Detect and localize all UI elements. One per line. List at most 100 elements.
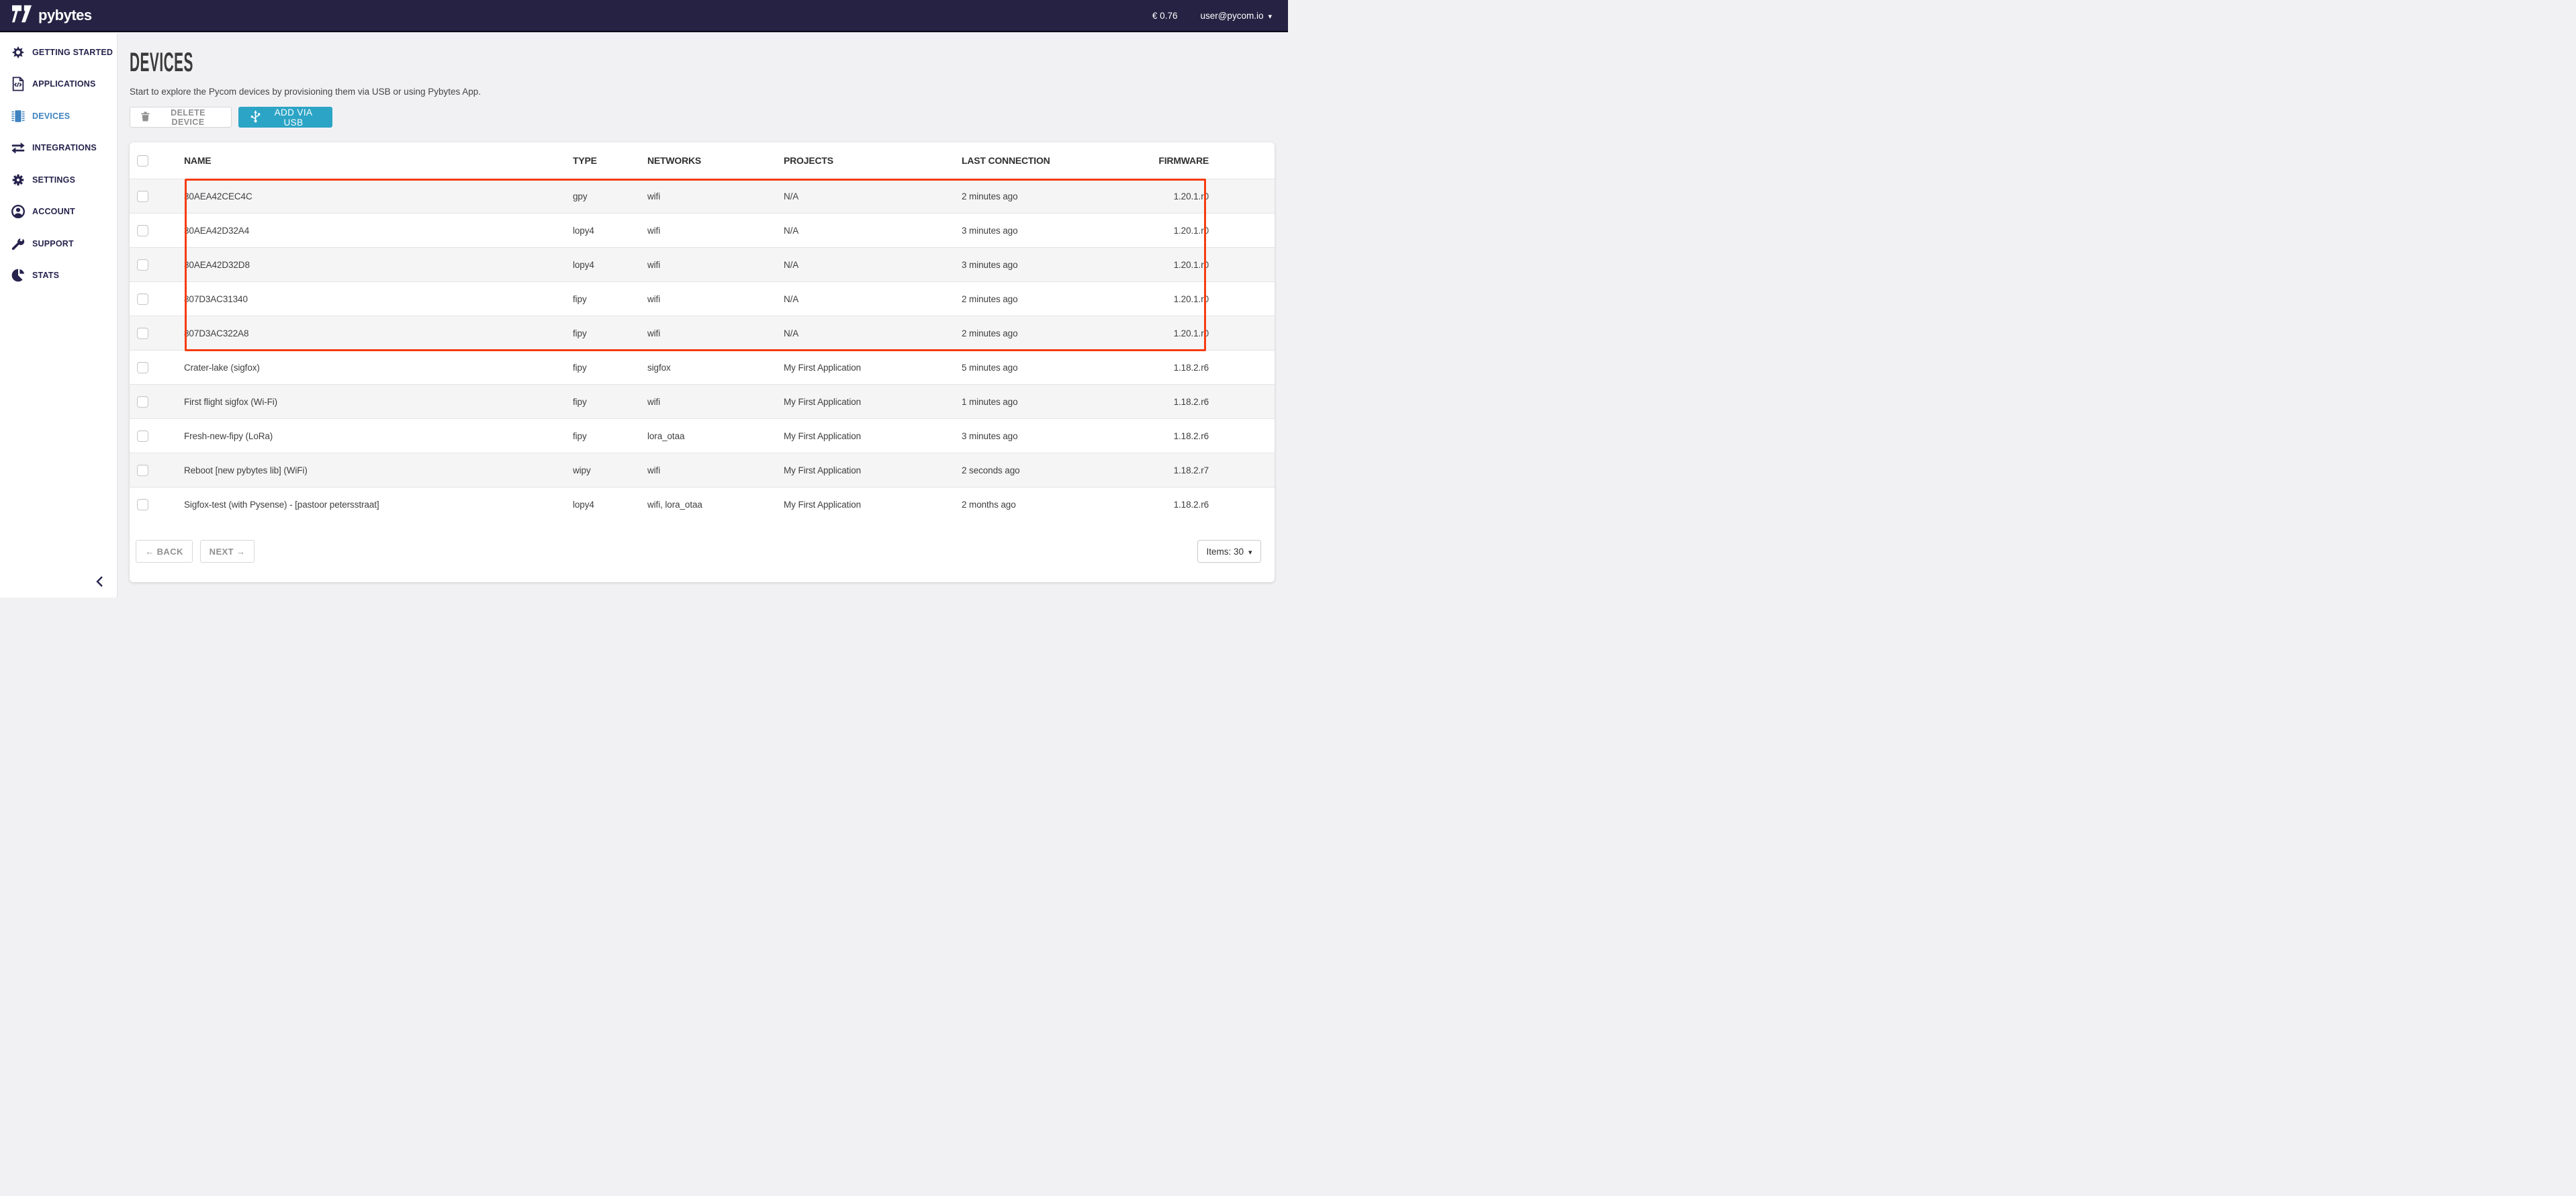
chip-icon	[11, 109, 26, 124]
gear-icon	[11, 173, 26, 187]
row-checkbox[interactable]	[137, 328, 148, 339]
main-content: DEVICES Start to explore the Pycom devic…	[118, 34, 1288, 598]
sidebar-item-label: SETTINGS	[32, 175, 75, 185]
device-networks-cell: wifi	[647, 397, 784, 407]
device-table-row[interactable]: 807D3AC322A8 fipy wifi N/A 2 minutes ago…	[130, 316, 1275, 350]
column-header-networks[interactable]: NETWORKS	[647, 155, 784, 166]
device-firmware-cell: 1.18.2.r7	[1130, 465, 1275, 475]
device-firmware-cell: 1.20.1.r0	[1130, 260, 1275, 270]
items-per-page-dropdown[interactable]: Items: 30 ▾	[1197, 540, 1261, 563]
row-checkbox[interactable]	[137, 396, 148, 408]
user-email: user@pycom.io	[1200, 11, 1263, 21]
sidebar-item-applications[interactable]: APPLICATIONS	[0, 68, 117, 101]
next-button[interactable]: NEXT →	[200, 540, 255, 563]
device-name-cell: 30AEA42CEC4C	[184, 191, 573, 201]
sidebar-item-support[interactable]: SUPPORT	[0, 228, 117, 260]
device-table-row[interactable]: 30AEA42CEC4C gpy wifi N/A 2 minutes ago …	[130, 179, 1275, 213]
arrows-swap-icon	[11, 140, 26, 155]
device-last-connection-cell: 2 minutes ago	[962, 191, 1130, 201]
delete-device-button[interactable]: DELETE DEVICE	[130, 107, 232, 128]
table-body: 30AEA42CEC4C gpy wifi N/A 2 minutes ago …	[130, 179, 1275, 521]
device-name-cell: 30AEA42D32A4	[184, 226, 573, 236]
device-type-cell: fipy	[573, 397, 647, 407]
add-via-usb-button[interactable]: ADD VIA USB	[238, 107, 332, 128]
row-checkbox[interactable]	[137, 465, 148, 476]
device-table-row[interactable]: 30AEA42D32D8 lopy4 wifi N/A 3 minutes ag…	[130, 247, 1275, 281]
device-name-cell: 807D3AC322A8	[184, 328, 573, 338]
device-firmware-cell: 1.18.2.r6	[1130, 363, 1275, 373]
row-checkbox[interactable]	[137, 499, 148, 510]
device-table-row[interactable]: Crater-lake (sigfox) fipy sigfox My Firs…	[130, 350, 1275, 384]
device-name-cell: Sigfox-test (with Pysense) - [pastoor pe…	[184, 500, 573, 510]
device-firmware-cell: 1.20.1.r0	[1130, 226, 1275, 236]
device-networks-cell: sigfox	[647, 363, 784, 373]
sidebar: GETTING STARTED APPLICATIONS	[0, 34, 118, 598]
row-checkbox[interactable]	[137, 191, 148, 202]
sidebar-item-settings[interactable]: SETTINGS	[0, 164, 117, 196]
device-firmware-cell: 1.20.1.r0	[1130, 328, 1275, 338]
device-table-row[interactable]: 30AEA42D32A4 lopy4 wifi N/A 3 minutes ag…	[130, 213, 1275, 247]
row-checkbox[interactable]	[137, 362, 148, 373]
row-checkbox[interactable]	[137, 430, 148, 442]
row-checkbox[interactable]	[137, 259, 148, 271]
caret-down-icon: ▾	[1268, 12, 1272, 21]
code-document-icon	[11, 77, 26, 91]
device-projects-cell: N/A	[784, 328, 962, 338]
device-projects-cell: N/A	[784, 294, 962, 304]
device-table-row[interactable]: 807D3AC31340 fipy wifi N/A 2 minutes ago…	[130, 281, 1275, 316]
column-header-name[interactable]: NAME	[184, 155, 573, 166]
sidebar-item-account[interactable]: ACCOUNT	[0, 196, 117, 228]
caret-down-icon: ▾	[1248, 548, 1252, 557]
device-networks-cell: wifi	[647, 191, 784, 201]
device-table-row[interactable]: Reboot [new pybytes lib] (WiFi) wipy wif…	[130, 453, 1275, 487]
select-all-checkbox[interactable]	[137, 155, 148, 167]
chevron-left-icon	[96, 576, 103, 588]
account-balance[interactable]: € 0.76	[1152, 11, 1178, 21]
sidebar-item-devices[interactable]: DEVICES	[0, 100, 117, 132]
column-header-projects[interactable]: PROJECTS	[784, 155, 962, 166]
devices-table-card: NAME TYPE NETWORKS PROJECTS LAST CONNECT…	[130, 142, 1275, 582]
device-last-connection-cell: 2 seconds ago	[962, 465, 1130, 475]
device-last-connection-cell: 2 minutes ago	[962, 328, 1130, 338]
sun-icon	[11, 45, 26, 60]
brand-name: pybytes	[38, 7, 92, 24]
device-projects-cell: My First Application	[784, 397, 962, 407]
device-networks-cell: wifi	[647, 226, 784, 236]
column-header-firmware[interactable]: FIRMWARE	[1130, 155, 1275, 166]
device-firmware-cell: 1.18.2.r6	[1130, 397, 1275, 407]
sidebar-item-integrations[interactable]: INTEGRATIONS	[0, 132, 117, 165]
trash-icon	[141, 111, 150, 124]
device-table-row[interactable]: First flight sigfox (Wi-Fi) fipy wifi My…	[130, 384, 1275, 418]
device-name-cell: 807D3AC31340	[184, 294, 573, 304]
device-projects-cell: My First Application	[784, 431, 962, 441]
device-networks-cell: lora_otaa	[647, 431, 784, 441]
device-name-cell: Reboot [new pybytes lib] (WiFi)	[184, 465, 573, 475]
column-header-last-connection[interactable]: LAST CONNECTION	[962, 155, 1130, 166]
device-projects-cell: N/A	[784, 260, 962, 270]
device-networks-cell: wifi	[647, 465, 784, 475]
device-table-row[interactable]: Sigfox-test (with Pysense) - [pastoor pe…	[130, 487, 1275, 521]
sidebar-item-getting-started[interactable]: GETTING STARTED	[0, 36, 117, 68]
device-table-row[interactable]: Fresh-new-fipy (LoRa) fipy lora_otaa My …	[130, 418, 1275, 453]
column-header-type[interactable]: TYPE	[573, 155, 647, 166]
user-menu[interactable]: user@pycom.io ▾	[1200, 11, 1272, 21]
device-last-connection-cell: 2 minutes ago	[962, 294, 1130, 304]
delete-device-label: DELETE DEVICE	[156, 108, 220, 127]
add-via-usb-label: ADD VIA USB	[267, 107, 320, 128]
pybytes-logo[interactable]: pybytes	[12, 5, 92, 27]
device-type-cell: gpy	[573, 191, 647, 201]
row-checkbox[interactable]	[137, 225, 148, 236]
sidebar-item-label: ACCOUNT	[32, 207, 75, 216]
row-checkbox[interactable]	[137, 293, 148, 305]
usb-icon	[250, 110, 261, 125]
device-type-cell: fipy	[573, 363, 647, 373]
sidebar-item-stats[interactable]: STATS	[0, 260, 117, 292]
back-button[interactable]: ← BACK	[136, 540, 193, 563]
device-name-cell: Crater-lake (sigfox)	[184, 363, 573, 373]
device-last-connection-cell: 2 months ago	[962, 500, 1130, 510]
device-firmware-cell: 1.18.2.r6	[1130, 431, 1275, 441]
sidebar-collapse-button[interactable]	[93, 575, 106, 588]
device-networks-cell: wifi	[647, 328, 784, 338]
device-name-cell: Fresh-new-fipy (LoRa)	[184, 431, 573, 441]
pie-chart-icon	[11, 268, 26, 283]
